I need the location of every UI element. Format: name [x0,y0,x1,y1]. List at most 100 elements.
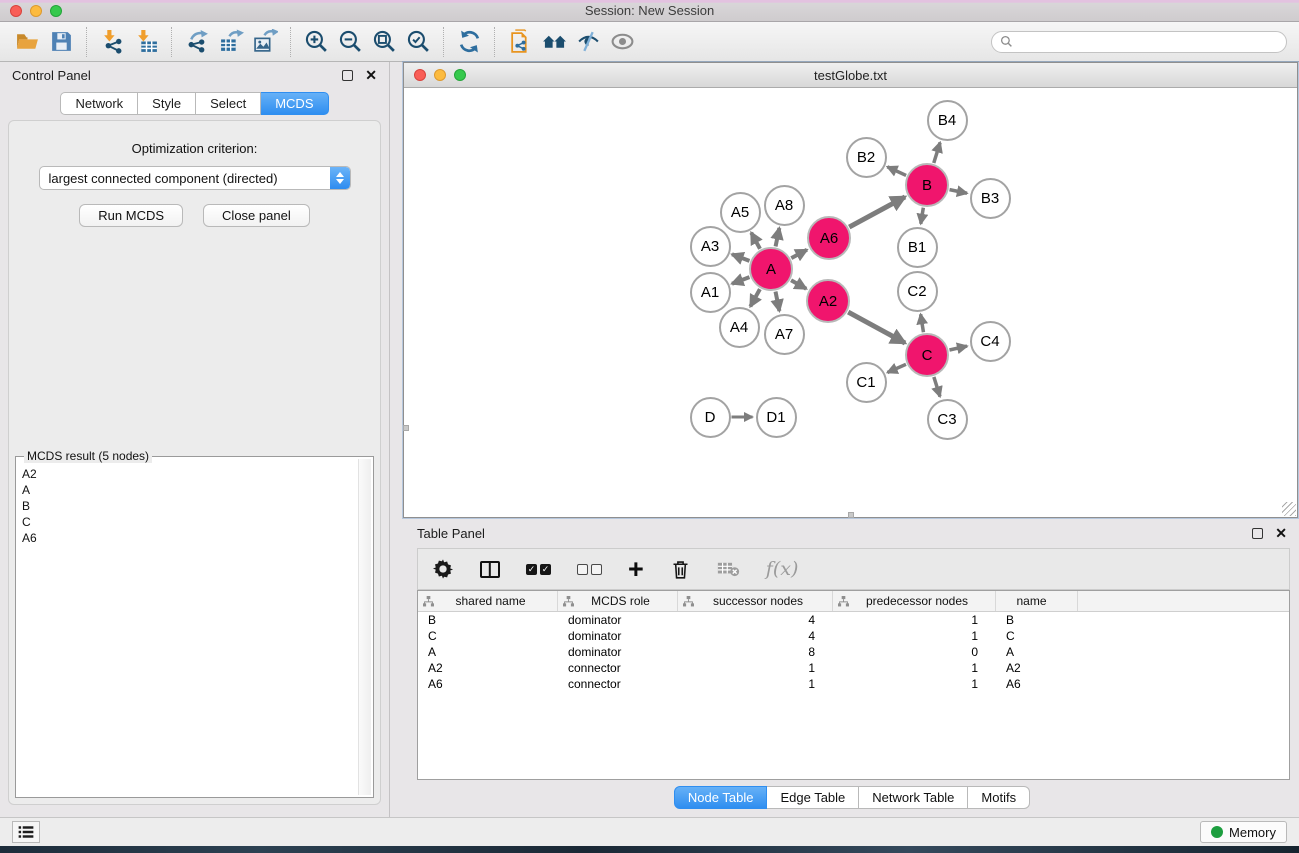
search-input[interactable] [1018,35,1278,49]
graph-node-A4[interactable]: A4 [719,307,760,348]
task-history-button[interactable] [12,821,40,843]
graph-node-C2[interactable]: C2 [897,271,938,312]
edge-A-A6[interactable] [791,250,807,258]
table-cell[interactable]: 0 [833,645,996,659]
memory-button[interactable]: Memory [1200,821,1287,843]
table-cell[interactable]: 4 [678,629,833,643]
result-scrollbar[interactable] [358,459,371,795]
graph-node-C4[interactable]: C4 [970,321,1011,362]
table-cell[interactable]: B [996,613,1078,627]
close-table-panel-icon[interactable]: ✕ [1275,526,1287,540]
edge-A-A8[interactable] [776,228,780,246]
table-cell[interactable]: 1 [833,613,996,627]
column-header[interactable]: shared name [418,591,558,611]
export-image-icon[interactable] [248,27,282,57]
edge-A-A7[interactable] [776,292,780,311]
network-window-titlebar[interactable]: testGlobe.txt [404,63,1297,88]
table-row[interactable]: A2connector11A2 [418,660,1289,676]
zoom-in-icon[interactable] [299,27,333,57]
graph-node-A1[interactable]: A1 [690,272,731,313]
result-item[interactable]: A2 [22,466,357,482]
tab-mcds[interactable]: MCDS [261,92,328,115]
edge-A-A4[interactable] [750,289,760,306]
hide-details-eye-icon[interactable] [571,27,605,57]
export-network-icon[interactable] [180,27,214,57]
table-cell[interactable]: 1 [833,677,996,691]
edge-B-B2[interactable] [887,167,906,176]
table-row[interactable]: Bdominator41B [418,612,1289,628]
network-canvas[interactable]: B4B2BB3A5A8A6A3B1AA1C2A2A4A7C4CC1DD1C3 [404,88,1297,517]
edge-C-C1[interactable] [887,364,905,372]
bottom-resize-notch[interactable] [848,512,854,518]
add-icon[interactable]: + [628,555,644,583]
table-cell[interactable]: dominator [558,645,678,659]
edge-C-C4[interactable] [949,346,967,350]
node-table[interactable]: shared nameMCDS rolesuccessor nodesprede… [417,590,1290,780]
export-table-icon[interactable] [214,27,248,57]
edge-C-C3[interactable] [934,377,940,397]
apply-layout-icon[interactable] [452,27,486,57]
graph-node-B2[interactable]: B2 [846,137,887,178]
graph-node-B[interactable]: B [905,163,949,207]
edge-B-B3[interactable] [950,190,967,194]
close-panel-icon[interactable]: ✕ [365,68,377,82]
edge-A2-C[interactable] [848,312,905,343]
function-builder-icon[interactable]: f(x) [766,555,799,583]
select-all-icon[interactable]: ✓✓ [526,555,551,583]
result-item[interactable]: A6 [22,530,357,546]
graph-node-A3[interactable]: A3 [690,226,731,267]
table-cell[interactable]: 1 [678,661,833,675]
graph-node-A8[interactable]: A8 [764,185,805,226]
graph-node-B4[interactable]: B4 [927,100,968,141]
table-row[interactable]: Cdominator41C [418,628,1289,644]
table-cell[interactable]: A6 [996,677,1078,691]
tab-network[interactable]: Network [60,92,138,115]
import-table-icon[interactable] [129,27,163,57]
edge-A-A5[interactable] [751,233,760,249]
deselect-all-icon[interactable] [577,555,602,583]
graph-node-A[interactable]: A [749,247,793,291]
tab-network-table[interactable]: Network Table [859,786,968,809]
table-cell[interactable]: A [996,645,1078,659]
edge-A-A2[interactable] [791,280,806,289]
criterion-dropdown[interactable]: largest connected component (directed) [39,166,351,190]
result-item[interactable]: B [22,498,357,514]
table-cell[interactable]: A2 [996,661,1078,675]
close-panel-button[interactable]: Close panel [203,204,310,227]
float-panel-icon[interactable] [342,70,353,81]
edge-A6-B[interactable] [849,197,905,227]
float-table-panel-icon[interactable] [1252,528,1263,539]
show-eye-icon[interactable] [605,27,639,57]
graph-node-C3[interactable]: C3 [927,399,968,440]
column-header[interactable]: successor nodes [678,591,833,611]
result-item[interactable]: C [22,514,357,530]
tab-select[interactable]: Select [196,92,261,115]
tab-motifs[interactable]: Motifs [968,786,1030,809]
graph-node-A7[interactable]: A7 [764,314,805,355]
columns-icon[interactable] [480,555,500,583]
edge-B-B1[interactable] [921,208,924,224]
home-icon[interactable] [537,27,571,57]
table-row[interactable]: Adominator80A [418,644,1289,660]
table-cell[interactable]: C [996,629,1078,643]
table-cell[interactable]: A2 [418,661,558,675]
graph-node-A5[interactable]: A5 [720,192,761,233]
gear-icon[interactable] [432,555,454,583]
table-cell[interactable]: C [418,629,558,643]
zoom-selected-icon[interactable] [401,27,435,57]
table-row[interactable]: A6connector11A6 [418,676,1289,692]
tab-node-table[interactable]: Node Table [674,786,768,809]
column-header[interactable]: predecessor nodes [833,591,996,611]
table-cell[interactable]: dominator [558,613,678,627]
graph-node-A2[interactable]: A2 [806,279,850,323]
import-network-icon[interactable] [95,27,129,57]
table-cell[interactable]: A [418,645,558,659]
edge-B-B4[interactable] [934,142,940,163]
tab-edge-table[interactable]: Edge Table [767,786,859,809]
save-session-icon[interactable] [44,27,78,57]
table-cell[interactable]: dominator [558,629,678,643]
open-file-icon[interactable] [10,27,44,57]
table-cell[interactable]: 4 [678,613,833,627]
graph-node-B3[interactable]: B3 [970,178,1011,219]
table-cell[interactable]: 8 [678,645,833,659]
